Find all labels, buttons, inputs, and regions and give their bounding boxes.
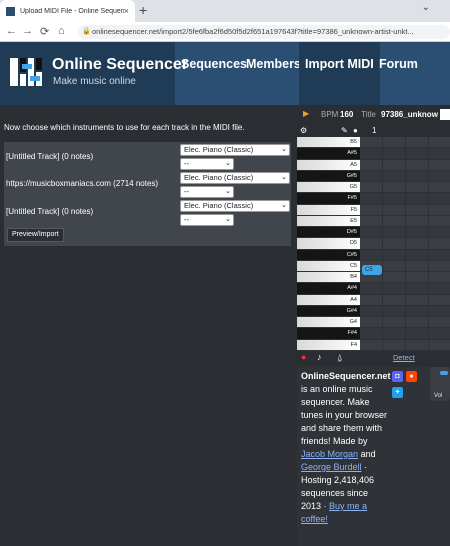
- chevron-down-icon: ⌄: [281, 146, 287, 153]
- logo-block[interactable]: Online Sequencer Make music online: [0, 42, 188, 105]
- piano-key[interactable]: B4: [297, 272, 360, 283]
- piano-key[interactable]: F#5: [297, 193, 360, 204]
- import-prompt: Now choose which instruments to use for …: [4, 123, 245, 132]
- reddit-icon[interactable]: ●: [406, 371, 417, 382]
- piano-key[interactable]: F#4: [297, 328, 360, 339]
- url-field[interactable]: 🔒 onlinesequencer.net/import2/5fe6fba2f6…: [78, 25, 450, 39]
- author-link-george[interactable]: George Burdell: [301, 462, 362, 472]
- piano-key[interactable]: C5: [297, 260, 360, 272]
- piano-key[interactable]: D5: [297, 238, 360, 249]
- sequencer-info-bar: ▶ BPM 160 Title 97386_unknow: [297, 105, 450, 125]
- import-panel: Now choose which instruments to use for …: [0, 115, 297, 546]
- measure-number: 1: [372, 126, 377, 135]
- preview-import-button[interactable]: Preview/Import: [7, 228, 64, 242]
- settings-gear-icon[interactable]: ⚙: [300, 126, 307, 135]
- url-text: onlinesequencer.net/import2/5fe6fba2f6d5…: [92, 27, 414, 36]
- tab-close-icon[interactable]: ×: [124, 6, 129, 16]
- instrument-select[interactable]: Elec. Piano (Classic) ⌄: [180, 144, 290, 156]
- track-name: https://musicboxmaniacs.com (2714 notes): [6, 179, 159, 188]
- home-button[interactable]: ⌂: [58, 25, 65, 37]
- site-brand: Online Sequencer: [52, 56, 189, 73]
- bpm-label: BPM: [321, 110, 339, 119]
- track-name: [Untitled Track] (0 notes): [6, 207, 94, 216]
- pencil-icon[interactable]: ✎: [341, 126, 348, 135]
- option-select[interactable]: -- ⌄: [180, 214, 234, 226]
- title-label: Title: [361, 110, 376, 119]
- piano-key[interactable]: A#4: [297, 283, 360, 294]
- tab-title: Upload MIDI File - Online Sequen...: [20, 7, 124, 15]
- piano-key[interactable]: A4: [297, 294, 360, 305]
- chevron-down-icon: ⌄: [281, 202, 287, 209]
- discord-icon[interactable]: ◘: [392, 371, 403, 382]
- chevron-down-icon: ⌄: [281, 174, 287, 181]
- reload-button[interactable]: ⟳: [40, 25, 49, 38]
- metronome-icon[interactable]: ♪: [317, 352, 322, 362]
- piano-key[interactable]: A#5: [297, 148, 360, 159]
- piano-key[interactable]: F4: [297, 339, 360, 350]
- tuning-icon[interactable]: ⍙: [337, 352, 342, 363]
- lock-icon: 🔒: [82, 28, 91, 35]
- save-icon[interactable]: [440, 109, 450, 120]
- eye-icon[interactable]: ●: [353, 126, 358, 135]
- grid-line: [428, 137, 429, 351]
- bpm-value[interactable]: 160: [340, 110, 353, 119]
- piano-key[interactable]: G#5: [297, 170, 360, 182]
- detect-link[interactable]: Detect: [393, 353, 415, 362]
- twitter-icon[interactable]: ✦: [392, 387, 403, 398]
- tab-search-button[interactable]: ⌄: [422, 2, 430, 13]
- tool-row: ⚙ ✎ ● 1: [297, 125, 450, 137]
- track-list: [Untitled Track] (0 notes) Elec. Piano (…: [4, 142, 291, 246]
- piano-key[interactable]: G5: [297, 182, 360, 193]
- grid-line: [382, 137, 383, 351]
- piano-key[interactable]: B5: [297, 137, 360, 148]
- title-value[interactable]: 97386_unknow: [381, 110, 438, 119]
- instrument-select[interactable]: Elec. Piano (Classic) ⌄: [180, 172, 290, 184]
- piano-key[interactable]: C#5: [297, 249, 360, 260]
- browser-tab[interactable]: Upload MIDI File - Online Sequen... ×: [0, 0, 135, 22]
- instrument-select[interactable]: Elec. Piano (Classic) ⌄: [180, 200, 290, 212]
- record-icon[interactable]: ●: [301, 352, 306, 362]
- chevron-down-icon: ⌄: [225, 188, 231, 195]
- author-link-jacob[interactable]: Jacob Morgan: [301, 449, 358, 459]
- site-tagline: Make music online: [53, 76, 136, 87]
- volume-control[interactable]: Vol: [430, 367, 450, 401]
- site-favicon-icon: [6, 6, 15, 16]
- site-header: Online Sequencer Make music online Seque…: [0, 42, 450, 105]
- browser-tab-bar: Upload MIDI File - Online Sequen... × + …: [0, 0, 450, 22]
- piano-key[interactable]: A5: [297, 159, 360, 170]
- about-blurb: OnlineSequencer.net is an online music s…: [301, 370, 391, 526]
- online-sequencer-logo-icon: [8, 54, 44, 90]
- about-and: and: [360, 449, 376, 459]
- piano-key[interactable]: G4: [297, 317, 360, 328]
- volume-slider-thumb[interactable]: [440, 371, 448, 375]
- option-select[interactable]: -- ⌄: [180, 158, 234, 170]
- option-select[interactable]: -- ⌄: [180, 186, 234, 198]
- piano-key[interactable]: F5: [297, 204, 360, 215]
- nav-members[interactable]: Members: [240, 42, 307, 105]
- piano-key[interactable]: D#5: [297, 227, 360, 238]
- back-button[interactable]: ←: [6, 25, 17, 37]
- nav-import-midi[interactable]: Import MIDI: [299, 42, 380, 105]
- address-bar: ← → ⟳ ⌂ 🔒 onlinesequencer.net/import2/5f…: [0, 22, 450, 42]
- about-brand: OnlineSequencer.net: [301, 371, 391, 381]
- play-icon[interactable]: ▶: [303, 109, 309, 118]
- piano-key[interactable]: E5: [297, 215, 360, 227]
- sequencer-controls: ● ♪ ⍙ Detect: [297, 351, 450, 367]
- piano-key[interactable]: G#4: [297, 305, 360, 317]
- new-tab-button[interactable]: +: [139, 2, 147, 18]
- piano-keys: B5 A#5 A5 G#5 G5 F#5 F5 E5 D#5 D5 C#5 C5 B4 A#4 A4 G#4 G…: [297, 137, 360, 351]
- volume-label: Vol: [434, 393, 443, 399]
- track-name: [Untitled Track] (0 notes): [6, 152, 94, 161]
- chevron-down-icon: ⌄: [225, 216, 231, 223]
- grid-line: [405, 137, 406, 351]
- note-grid[interactable]: [360, 137, 450, 351]
- chevron-down-icon: ⌄: [225, 160, 231, 167]
- about-desc: is an online music sequencer. Make tunes…: [301, 384, 388, 446]
- midi-note[interactable]: C5: [362, 265, 382, 275]
- sequencer-panel: ▶ BPM 160 Title 97386_unknow ⚙ ✎ ● 1 B5 A…: [297, 105, 450, 546]
- nav-forum[interactable]: Forum: [373, 42, 424, 105]
- forward-button[interactable]: →: [22, 25, 33, 37]
